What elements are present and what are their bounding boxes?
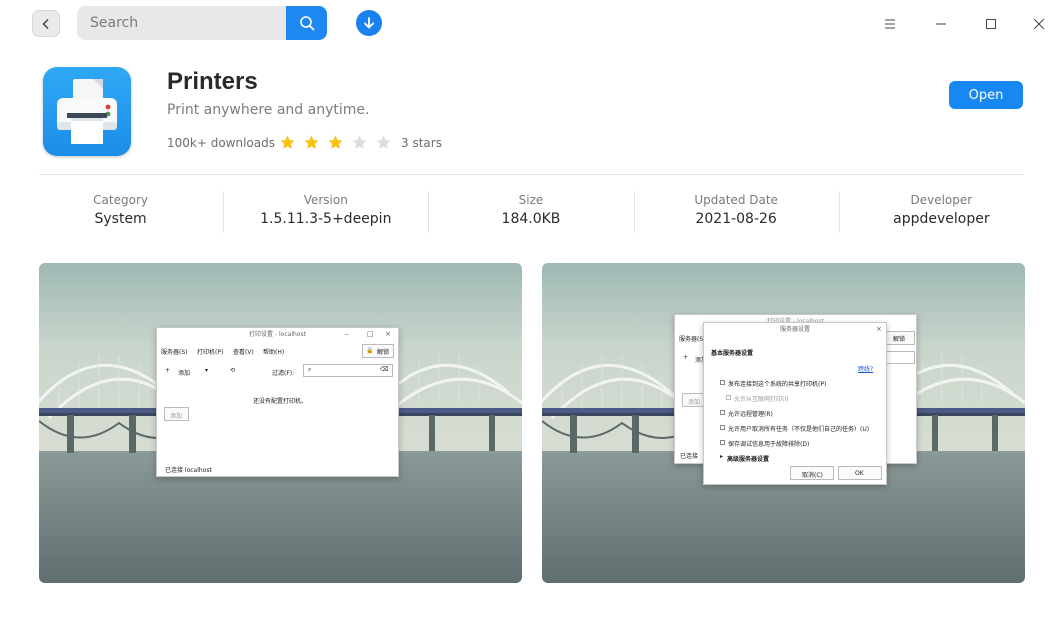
back-button[interactable]: [32, 10, 60, 37]
star-filled-icon: [328, 135, 343, 149]
rating-label: 3 stars: [401, 136, 442, 150]
info-label: Developer: [910, 193, 973, 207]
option-label: 允许从互联网打印(I): [734, 396, 789, 403]
add-button-label: 添加: [688, 399, 701, 406]
add-toolbar-item: +: [683, 354, 689, 361]
minimize-button[interactable]: [931, 14, 951, 34]
hamburger-icon: [885, 19, 895, 29]
close-button[interactable]: [1029, 14, 1049, 34]
info-value: 1.5.11.3-5+deepin: [260, 211, 392, 227]
refresh-icon: ⟲: [230, 367, 236, 374]
menu-button[interactable]: [880, 14, 900, 34]
dialog-title: 服务器设置: [779, 326, 810, 333]
star-empty-icon: [352, 135, 367, 149]
minimize-icon: –: [345, 330, 349, 338]
server-settings-dialog: 服务器设置 × 基本服务器设置 跨线? 发布连接到这个系统的共享打印机(P) 允…: [703, 322, 887, 485]
search-button[interactable]: [286, 6, 327, 40]
checkbox: [726, 395, 731, 400]
cancel-label: 取消(C): [802, 472, 823, 479]
maximize-button[interactable]: [981, 14, 1001, 34]
print-settings-window: 打印设置 - localhost – □ × 服务器(S) 打印机(P) 查看(…: [156, 327, 399, 477]
info-value: System: [94, 211, 147, 227]
open-button[interactable]: Open: [949, 81, 1023, 109]
search-box: [77, 6, 327, 40]
maximize-icon: [986, 19, 996, 29]
add-toolbar-item: +: [165, 367, 171, 374]
info-developer: Developer appdeveloper: [838, 187, 1044, 235]
option-label: 保存调试信息用于故障排除(D): [728, 441, 810, 448]
option-label: 允许远程管理(R): [728, 411, 773, 418]
info-version: Version 1.5.11.3-5+deepin: [223, 187, 428, 235]
minimize-icon: [936, 23, 946, 25]
option-label: 允许用户取消所有任务（不仅是他们自己的任务）(U): [728, 426, 870, 433]
empty-message: 还没有配置打印机。: [253, 398, 308, 405]
rating-stars: [279, 134, 392, 151]
maximize-icon: □: [367, 330, 374, 338]
info-label: Category: [93, 193, 148, 207]
download-count: 100k+ downloads: [167, 136, 275, 150]
status-text: 已连接: [680, 453, 699, 460]
title-bar: [0, 0, 1053, 48]
divider: [39, 174, 1023, 175]
advanced-settings-label: 高级服务器设置: [727, 456, 770, 463]
menu-help: 帮助(H): [263, 349, 285, 356]
arrow-down-icon: [364, 17, 374, 29]
info-label: Size: [518, 193, 544, 207]
ok-label: OK: [855, 470, 864, 477]
star-empty-icon: [376, 135, 391, 149]
menu-printer: 打印机(P): [197, 349, 224, 356]
checkbox: [720, 410, 725, 415]
section-heading: 基本服务器设置: [711, 350, 754, 357]
star-filled-icon: [280, 135, 295, 149]
search-icon: [299, 16, 314, 31]
app-name: Printers: [167, 68, 258, 95]
option-label: 发布连接到这个系统的共享打印机(P): [728, 381, 827, 388]
star-filled-icon: [304, 135, 319, 149]
add-label: 添加: [178, 370, 191, 377]
search-icon: ⌕: [308, 366, 312, 373]
menu-server: 服务器(S): [679, 336, 706, 343]
close-icon: ×: [385, 330, 391, 338]
download-manager-button[interactable]: [356, 10, 382, 36]
expander-icon: ▸: [720, 453, 724, 460]
info-label: Version: [303, 193, 348, 207]
menu-server: 服务器(S): [161, 349, 188, 356]
close-icon: ×: [876, 325, 882, 333]
window-title: 打印设置 - localhost: [249, 331, 306, 338]
screenshot-2[interactable]: 打印设置 - localhost 服务器(S) 解锁 + 添加 添加 已连接 服…: [542, 263, 1025, 583]
checkbox: [720, 380, 725, 385]
status-text: 已连接 localhost: [165, 467, 212, 474]
close-icon: [1033, 18, 1045, 30]
info-value: 2021-08-26: [695, 211, 777, 227]
info-value: 184.0KB: [501, 211, 561, 227]
dropdown-icon: ▾: [205, 367, 209, 374]
info-label: Updated Date: [694, 193, 778, 207]
unlock-label: 解锁: [377, 349, 390, 356]
search-input[interactable]: [77, 6, 286, 40]
printer-icon: [57, 79, 117, 144]
info-category: Category System: [18, 187, 223, 235]
info-updated-date: Updated Date 2021-08-26: [633, 187, 839, 235]
info-value: appdeveloper: [893, 211, 990, 227]
checkbox: [720, 440, 725, 445]
unlock-label: 解锁: [893, 336, 906, 343]
app-info-row: Category System Version 1.5.11.3-5+deepi…: [18, 187, 1044, 235]
info-size: Size 184.0KB: [428, 187, 633, 235]
screenshot-1[interactable]: 打印设置 - localhost – □ × 服务器(S) 打印机(P) 查看(…: [39, 263, 522, 583]
add-button-label: 添加: [170, 413, 183, 420]
menu-view: 查看(V): [233, 349, 254, 356]
app-tagline: Print anywhere and anytime.: [167, 102, 370, 118]
clear-icon: ⌫: [380, 366, 389, 373]
checkbox: [720, 425, 725, 430]
filter-label: 过滤(F):: [272, 370, 295, 377]
app-icon: [43, 67, 131, 156]
help-link: 跨线?: [858, 366, 874, 373]
chevron-left-icon: [42, 18, 49, 29]
lock-icon: 🔒: [366, 347, 374, 354]
